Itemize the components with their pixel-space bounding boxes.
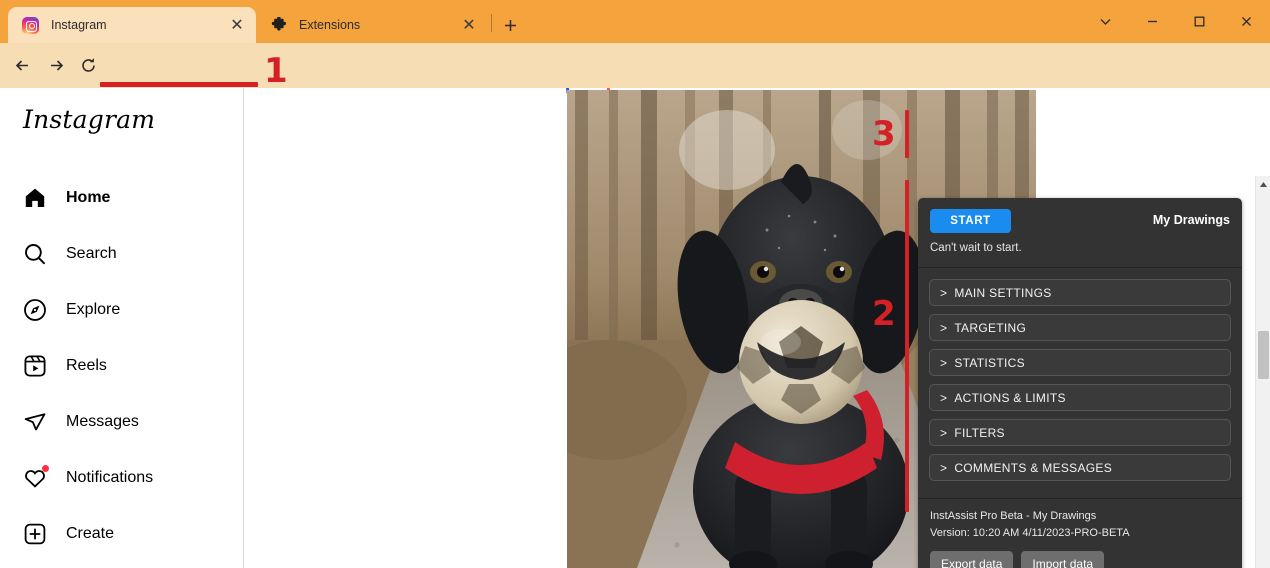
annotation-bracket-2 [905, 180, 909, 512]
section-filters[interactable]: > FILTERS [929, 419, 1231, 446]
maximize-button[interactable] [1176, 0, 1223, 43]
tab-title: Extensions [299, 18, 361, 32]
minimize-button[interactable] [1129, 0, 1176, 43]
sidebar-item-home[interactable]: Home [0, 170, 244, 226]
chevron-right-icon: > [940, 460, 948, 475]
sidebar-item-label: Home [66, 189, 111, 206]
browser-window: Instagram ✕ Extensions ✕ Instagram Home … [0, 0, 1270, 568]
section-label: MAIN SETTINGS [954, 285, 1052, 300]
annotation-bracket-3 [905, 110, 909, 158]
account-name-label: My Drawings [1152, 213, 1230, 227]
import-data-button[interactable]: Import data [1021, 551, 1105, 568]
new-tab-button[interactable] [498, 13, 522, 37]
back-button[interactable] [7, 50, 37, 80]
sidebar-item-reels[interactable]: Reels [0, 338, 244, 394]
instagram-sidebar: Instagram Home Search Explore Reels Mess… [0, 88, 244, 568]
plus-square-icon [22, 521, 48, 547]
section-label: STATISTICS [954, 355, 1025, 370]
chevron-right-icon: > [940, 320, 948, 335]
annotation-number-3: 3 [872, 114, 896, 154]
extension-panel-header: START My Drawings Can't wait to start. [918, 198, 1242, 268]
annotation-number-2: 2 [872, 294, 896, 334]
section-comments-messages[interactable]: > COMMENTS & MESSAGES [929, 454, 1231, 481]
window-controls [1082, 0, 1270, 43]
section-main-settings[interactable]: > MAIN SETTINGS [929, 279, 1231, 306]
notification-badge [42, 465, 49, 472]
sidebar-item-messages[interactable]: Messages [0, 394, 244, 450]
compass-icon [22, 297, 48, 323]
sidebar-item-label: Reels [66, 357, 107, 374]
chevron-right-icon: > [940, 355, 948, 370]
reload-button[interactable] [73, 50, 103, 80]
sidebar-item-search[interactable]: Search [0, 226, 244, 282]
sidebar-item-label: Explore [66, 301, 121, 318]
chevron-right-icon: > [940, 285, 948, 300]
tab-divider [491, 14, 492, 32]
heart-icon [22, 465, 49, 491]
section-label: COMMENTS & MESSAGES [954, 460, 1113, 475]
home-icon [22, 185, 48, 211]
section-actions-limits[interactable]: > ACTIONS & LIMITS [929, 384, 1231, 411]
scrollbar-thumb[interactable] [1258, 331, 1269, 379]
sidebar-item-create[interactable]: Create [0, 506, 244, 562]
annotation-number-1: 1 [264, 51, 288, 91]
page-scrollbar[interactable] [1255, 176, 1270, 568]
tab-strip: Instagram ✕ Extensions ✕ [0, 0, 1270, 43]
sidebar-item-label: Search [66, 245, 117, 262]
chevron-right-icon: > [940, 390, 948, 405]
reels-icon [22, 353, 48, 379]
sidebar-nav: Home Search Explore Reels Messages Notif… [0, 170, 244, 562]
sidebar-item-explore[interactable]: Explore [0, 282, 244, 338]
close-icon[interactable]: ✕ [458, 14, 480, 36]
search-icon [22, 241, 48, 267]
close-button[interactable] [1223, 0, 1270, 43]
extension-panel-footer: InstAssist Pro Beta - My Drawings Versio… [918, 498, 1242, 568]
tab-title: Instagram [51, 18, 107, 32]
annotation-underline-1 [100, 82, 258, 87]
page-viewport: Instagram Home Search Explore Reels Mess… [0, 88, 1270, 568]
section-targeting[interactable]: > TARGETING [929, 314, 1231, 341]
section-statistics[interactable]: > STATISTICS [929, 349, 1231, 376]
section-label: TARGETING [954, 320, 1027, 335]
close-icon[interactable]: ✕ [226, 14, 248, 36]
sidebar-item-label: Messages [66, 413, 139, 430]
export-data-button[interactable]: Export data [930, 551, 1014, 568]
section-label: ACTIONS & LIMITS [954, 390, 1066, 405]
scroll-up-arrow-icon[interactable] [1256, 176, 1270, 192]
version-label: Version: 10:20 AM 4/11/2023-PRO-BETA [930, 527, 1130, 539]
forward-button[interactable] [41, 50, 71, 80]
status-text: Can't wait to start. [930, 242, 1022, 254]
extension-sections: > MAIN SETTINGS > TARGETING > STATISTICS… [918, 268, 1242, 481]
extension-panel: START My Drawings Can't wait to start. >… [918, 198, 1242, 568]
tab-search-button[interactable] [1082, 0, 1129, 43]
start-button[interactable]: START [930, 209, 1011, 233]
sidebar-item-label: Notifications [66, 469, 154, 486]
footer-buttons: Export data Import data [930, 551, 1230, 568]
instagram-wordmark[interactable]: Instagram [23, 105, 155, 134]
sidebar-item-notifications[interactable]: Notifications [0, 450, 244, 506]
paper-plane-icon [22, 409, 48, 435]
section-label: FILTERS [954, 425, 1005, 440]
sidebar-item-label: Create [66, 525, 115, 542]
product-name-label: InstAssist Pro Beta - My Drawings [930, 510, 1097, 522]
instagram-icon [22, 16, 39, 34]
puzzle-piece-icon [270, 17, 287, 34]
tab-instagram[interactable]: Instagram ✕ [8, 7, 256, 43]
tab-extensions[interactable]: Extensions ✕ [256, 7, 488, 43]
chevron-right-icon: > [940, 425, 948, 440]
